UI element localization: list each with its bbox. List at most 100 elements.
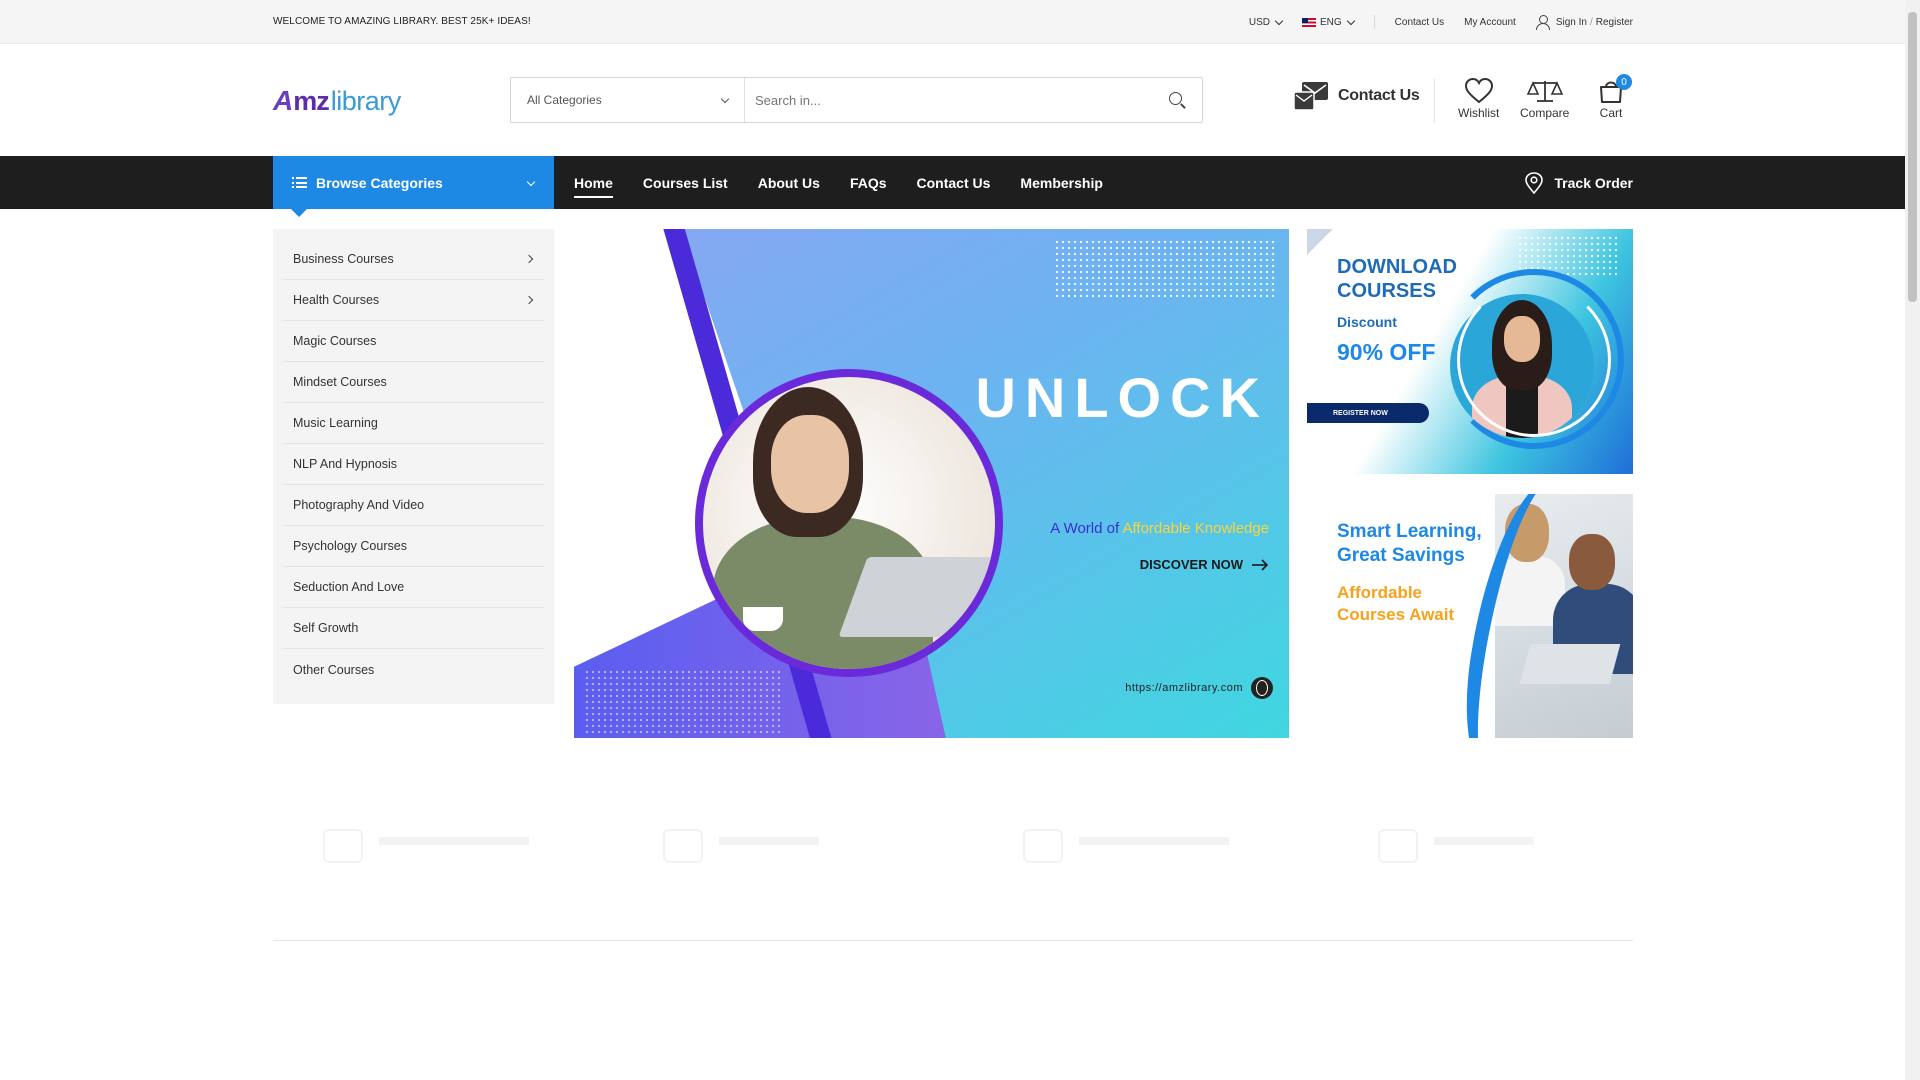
discover-now-label: DISCOVER NOW bbox=[1139, 557, 1243, 572]
sidebar-item-label: Mindset Courses bbox=[293, 375, 387, 389]
sidebar-item-label: Self Growth bbox=[293, 621, 359, 635]
sidebar-item-psychology-courses[interactable]: Psychology Courses bbox=[283, 526, 544, 567]
wishlist-button[interactable]: Wishlist bbox=[1458, 78, 1499, 120]
sidebar-item-label: Business Courses bbox=[293, 252, 394, 266]
header: A mz library All Categories Search in...… bbox=[0, 44, 1905, 156]
map-pin-icon bbox=[1525, 171, 1544, 194]
browse-categories-toggle[interactable]: Browse Categories bbox=[273, 156, 554, 217]
nav-about-us[interactable]: About Us bbox=[758, 175, 820, 191]
banner2-title-line1: Smart Learning, bbox=[1337, 521, 1482, 542]
heart-icon bbox=[1464, 78, 1493, 104]
sign-in-link[interactable]: Sign In bbox=[1556, 17, 1587, 28]
search-input[interactable] bbox=[745, 78, 1152, 122]
sidebar-item-label: Psychology Courses bbox=[293, 539, 407, 553]
features-row-loading bbox=[273, 789, 1633, 909]
contact-us-link[interactable]: Contact Us bbox=[1395, 17, 1444, 28]
discover-now-button[interactable]: DISCOVER NOW bbox=[1140, 557, 1269, 572]
category-select[interactable]: All Categories bbox=[511, 78, 745, 122]
banner2-subtitle: Affordable Courses Await bbox=[1337, 582, 1454, 626]
sidebar-item-self-growth[interactable]: Self Growth bbox=[283, 608, 544, 649]
divider bbox=[273, 940, 1633, 941]
chevron-down-icon bbox=[526, 177, 536, 187]
cart-count-badge: 0 bbox=[1616, 74, 1632, 90]
hero-subtitle-a: A World of bbox=[1050, 520, 1123, 537]
sidebar-item-health-courses[interactable]: Health Courses bbox=[283, 280, 544, 321]
feature-placeholder bbox=[1023, 829, 1229, 863]
track-order-label: Track Order bbox=[1554, 174, 1633, 191]
site-logo[interactable]: A mz library bbox=[273, 85, 401, 117]
main-content: Business Courses Health Courses Magic Co… bbox=[0, 209, 1905, 946]
header-contact-us[interactable]: Contact Us bbox=[1294, 80, 1420, 112]
hero-student-photo bbox=[695, 369, 1003, 677]
sidebar-item-label: Music Learning bbox=[293, 416, 378, 430]
chevron-down-icon bbox=[1274, 16, 1284, 25]
sidebar-item-label: Other Courses bbox=[293, 662, 375, 677]
sidebar-item-label: Health Courses bbox=[293, 293, 380, 307]
cart-button[interactable]: 0 Cart bbox=[1598, 74, 1632, 120]
banner1-title: DOWNLOAD COURSES bbox=[1337, 255, 1457, 303]
chevron-down-icon bbox=[720, 94, 730, 103]
search-bar: All Categories bbox=[510, 77, 1203, 123]
main-nav: Browse Categories Home Courses List Abou… bbox=[0, 156, 1905, 217]
smart-learning-banner[interactable]: Smart Learning, Great Savings Affordable… bbox=[1307, 494, 1633, 738]
nav-courses-list[interactable]: Courses List bbox=[643, 175, 728, 191]
list-icon bbox=[292, 177, 307, 188]
feature-placeholder bbox=[1378, 829, 1534, 863]
sidebar-item-seduction-and-love[interactable]: Seduction And Love bbox=[283, 567, 544, 608]
language-dropdown[interactable]: ENG bbox=[1301, 16, 1355, 28]
category-select-value: All Categories bbox=[527, 93, 602, 107]
scrollbar-thumb[interactable] bbox=[1908, 12, 1917, 302]
hero-subtitle: A World of Affordable Knowledge bbox=[1050, 520, 1269, 537]
sidebar-item-nlp-and-hypnosis[interactable]: NLP And Hypnosis bbox=[283, 444, 544, 485]
my-account-link[interactable]: My Account bbox=[1464, 17, 1516, 28]
logo-mark: A bbox=[273, 85, 294, 116]
dot-pattern bbox=[584, 669, 784, 734]
welcome-text: WELCOME TO AMAZING LIBRARY. BEST 25K+ ID… bbox=[273, 16, 531, 27]
nav-home[interactable]: Home bbox=[574, 175, 613, 198]
sidebar-item-business-courses[interactable]: Business Courses bbox=[283, 239, 544, 280]
nav-membership[interactable]: Membership bbox=[1020, 175, 1102, 191]
header-contact-label: Contact Us bbox=[1338, 87, 1420, 104]
banner-corner bbox=[1307, 229, 1333, 255]
envelope-icon bbox=[1294, 82, 1328, 111]
hero-url: https://amzlibrary.com bbox=[1125, 677, 1273, 699]
divider bbox=[1373, 15, 1375, 29]
sidebar-item-mindset-courses[interactable]: Mindset Courses bbox=[283, 362, 544, 403]
page-scrollbar[interactable] bbox=[1905, 0, 1920, 1080]
decorative-ring bbox=[1457, 283, 1611, 437]
currency-label: USD bbox=[1248, 16, 1270, 28]
sidebar-item-music-learning[interactable]: Music Learning bbox=[283, 403, 544, 444]
browse-categories-label: Browse Categories bbox=[316, 174, 443, 191]
register-now-button[interactable]: REGISTER NOW bbox=[1307, 403, 1429, 423]
sidebar-item-label: Seduction And Love bbox=[293, 580, 405, 594]
track-order-link[interactable]: Track Order bbox=[1524, 156, 1633, 209]
sidebar-item-magic-courses[interactable]: Magic Courses bbox=[283, 321, 544, 362]
banner2-subtitle-line1: Affordable bbox=[1337, 583, 1422, 602]
uk-flag-icon bbox=[1301, 17, 1316, 27]
banner1-title-line1: DOWNLOAD bbox=[1337, 256, 1457, 278]
top-bar-links: USD ENG Contact Us My Account Sign In / … bbox=[1229, 0, 1633, 44]
user-icon bbox=[1535, 15, 1550, 30]
nav-contact-us[interactable]: Contact Us bbox=[917, 175, 991, 191]
hero-subtitle-b: Affordable Knowledge bbox=[1122, 520, 1270, 537]
banner2-title-line2: Great Savings bbox=[1337, 545, 1465, 566]
wishlist-label: Wishlist bbox=[1458, 106, 1500, 120]
hero-slider[interactable]: UNLOCK A World of Affordable Knowledge D… bbox=[574, 229, 1289, 738]
compare-button[interactable]: Compare bbox=[1520, 78, 1569, 120]
sidebar-item-photography-and-video[interactable]: Photography And Video bbox=[283, 485, 544, 526]
hero-title: UNLOCK bbox=[975, 366, 1269, 429]
banner2-title: Smart Learning, Great Savings bbox=[1337, 520, 1482, 568]
banner1-discount-value: 90% OFF bbox=[1337, 339, 1436, 365]
search-button[interactable] bbox=[1152, 78, 1202, 122]
register-link[interactable]: Register bbox=[1596, 17, 1633, 28]
currency-dropdown[interactable]: USD bbox=[1248, 16, 1284, 28]
sidebar-item-other-courses[interactable]: Other Courses bbox=[283, 649, 544, 690]
sidebar-item-label: Photography And Video bbox=[293, 498, 425, 512]
category-sidebar: Business Courses Health Courses Magic Co… bbox=[273, 229, 554, 704]
nav-menu: Home Courses List About Us FAQs Contact … bbox=[574, 156, 1133, 209]
hero-url-text: https://amzlibrary.com bbox=[1125, 682, 1243, 694]
slash-separator: / bbox=[1589, 16, 1593, 28]
arrow-right-icon bbox=[1252, 558, 1269, 571]
nav-faqs[interactable]: FAQs bbox=[850, 175, 887, 191]
download-courses-banner[interactable]: DOWNLOAD COURSES Discount 90% OFF REGIST… bbox=[1307, 229, 1633, 474]
